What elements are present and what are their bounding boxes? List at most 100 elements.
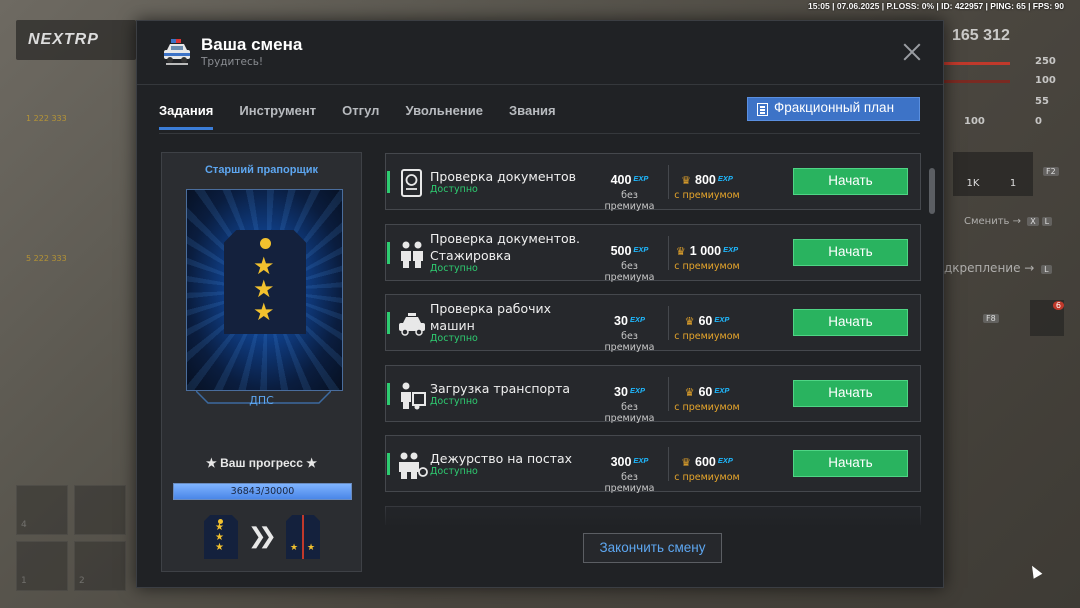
rank-progress-bar: 36843/30000 <box>173 483 352 500</box>
task-name: Загрузка транспорта <box>430 380 571 396</box>
crown-icon: ♛ <box>675 244 686 258</box>
tab-tasks[interactable]: Задания <box>159 99 214 130</box>
task-card: Проверка документов Доступно 400 EXP без п… <box>385 153 921 212</box>
task-list: Проверка документов Доступно 400 EXP без п… <box>385 153 921 525</box>
health-bar <box>944 62 1010 65</box>
officers-icon <box>401 241 423 268</box>
tab-tool[interactable]: Инструмент <box>239 99 316 130</box>
available-indicator <box>387 312 390 334</box>
stat-health: 250 <box>1035 56 1056 67</box>
task-card: Проверка рабочих машин Доступно 30 EXP без… <box>385 294 921 353</box>
logo-text: NEXTRP <box>28 31 99 48</box>
shift-panel: Ваша смена Трудитесь! Задания Инструмент… <box>136 20 944 588</box>
slot-3: 1 <box>16 541 68 591</box>
task-status: Доступно <box>430 466 478 477</box>
armor-bar <box>944 80 1010 83</box>
xp-premium: ♛ 600 EXP с премиумом <box>674 455 740 483</box>
tab-leave[interactable]: Отгул <box>342 99 379 130</box>
rank-unit: ДПС <box>249 394 274 407</box>
document-icon <box>757 103 768 116</box>
tab-resignation[interactable]: Увольнение <box>405 99 482 130</box>
panel-header: Ваша смена Трудитесь! <box>137 21 943 85</box>
task-name: Дежурство на постах <box>430 451 573 466</box>
tabs-divider <box>159 133 920 134</box>
task-card-partial <box>385 505 921 525</box>
police-car-header-icon <box>164 39 190 65</box>
xp-base: 30 EXP без премиума <box>604 384 655 424</box>
duty-post-icon <box>399 452 428 479</box>
task-card: Загрузка транспорта Доступно 30 EXP без пр… <box>385 364 921 424</box>
xp-base: 30 EXP без премиума <box>604 314 655 353</box>
stat-5: 0 <box>1035 116 1042 127</box>
police-car-icon <box>399 313 425 336</box>
stat-armor: 100 <box>1035 75 1056 86</box>
available-indicator <box>387 171 390 193</box>
xp-base: 300 EXP без премиума <box>604 455 655 494</box>
rank-title: Старший прапорщик <box>204 164 319 176</box>
wallet-item-2: 1 <box>993 152 1033 196</box>
chat-money-1: 1 222 333 <box>26 113 67 123</box>
crown-icon: ♛ <box>684 315 695 328</box>
crown-icon: ♛ <box>684 385 695 399</box>
start-button[interactable]: Начать <box>793 238 908 266</box>
server-logo: NEXTRP <box>16 20 136 60</box>
crown-icon: ♛ <box>681 174 691 187</box>
loading-icon <box>401 382 426 409</box>
start-button[interactable]: Начать <box>793 379 908 407</box>
task-list-scrollbar[interactable] <box>929 168 935 214</box>
task-status: Доступно <box>430 395 478 407</box>
task-card: Дежурство на постах Доступно 300 EXP без п… <box>385 435 921 494</box>
backup-hint: дкрепление → L <box>944 261 1052 275</box>
switch-hint: Сменить → XL <box>964 216 1053 227</box>
task-status: Доступно <box>430 262 478 274</box>
chat-money-2: 5 222 333 <box>26 253 67 263</box>
next-rank-icon: ★ ★ <box>286 515 320 559</box>
panel-subtitle: Трудитесь! <box>201 56 264 68</box>
task-name: Проверка документов <box>430 169 576 184</box>
tab-bar: Задания Инструмент Отгул Увольнение Зван… <box>159 99 577 133</box>
progress-title: ★ Ваш прогресс ★ <box>206 456 317 470</box>
start-button[interactable]: Начать <box>793 309 908 336</box>
inventory-slots: 4 1 2 <box>16 485 130 591</box>
close-icon[interactable] <box>901 41 923 63</box>
chat-log: 1 222 333 5 222 333 <box>26 92 136 267</box>
key-f2: F2 <box>1040 166 1059 177</box>
stat-strength: 55 <box>1035 96 1049 107</box>
mouse-cursor-icon <box>1027 563 1043 579</box>
crown-icon: ♛ <box>681 456 691 469</box>
money-counter: 165 312 <box>952 27 1010 44</box>
available-indicator <box>387 241 390 264</box>
start-button[interactable]: Начать <box>793 450 908 477</box>
notification-bell-icon[interactable]: 6 <box>1030 300 1064 336</box>
xp-premium: ♛ 1 000 EXP с премиумом <box>674 243 740 272</box>
shoulder-strap-icon: ★ ★ ★ <box>224 230 306 334</box>
xp-base: 500 EXP без премиума <box>604 243 655 283</box>
rank-insignia-image: ★ ★ ★ <box>186 189 343 391</box>
task-name: Проверка документов. Стажировка <box>430 230 580 263</box>
task-status: Доступно <box>430 184 478 195</box>
start-button[interactable]: Начать <box>793 168 908 195</box>
finish-shift-button[interactable]: Закончить смену <box>583 533 722 563</box>
progress-text: 36843/30000 <box>230 486 295 497</box>
status-line: 15:05 | 07.06.2025 | P.LOSS: 0% | ID: 42… <box>807 1 1064 11</box>
panel-title: Ваша смена <box>201 35 303 54</box>
faction-plan-button[interactable]: Фракционный план <box>747 97 920 121</box>
next-rank-arrow-icon: ❯❯ <box>248 524 277 549</box>
slot-2 <box>74 485 126 535</box>
current-rank-icon: ★ ★ ★ <box>204 515 238 559</box>
xp-premium: ♛ 60 EXP с премиумом <box>674 314 740 342</box>
tab-ranks[interactable]: Звания <box>509 99 556 130</box>
available-indicator <box>387 453 390 475</box>
faction-plan-label: Фракционный план <box>774 100 895 115</box>
key-f8: F8 <box>980 313 999 324</box>
available-indicator <box>387 382 390 405</box>
slot-4: 2 <box>74 541 126 591</box>
wallet-item-1: 1K <box>953 152 993 196</box>
stat-4: 100 <box>964 116 985 127</box>
xp-premium: ♛ 60 EXP с премиумом <box>674 384 740 413</box>
task-status: Доступно <box>430 333 478 344</box>
passport-icon <box>401 169 422 197</box>
xp-premium: ♛ 800 EXP с премиумом <box>674 173 740 201</box>
task-name: Проверка рабочих машин <box>430 301 552 333</box>
rank-card: Старший прапорщик ★ ★ ★ ДПС ★ Ваш прогре… <box>161 152 362 572</box>
